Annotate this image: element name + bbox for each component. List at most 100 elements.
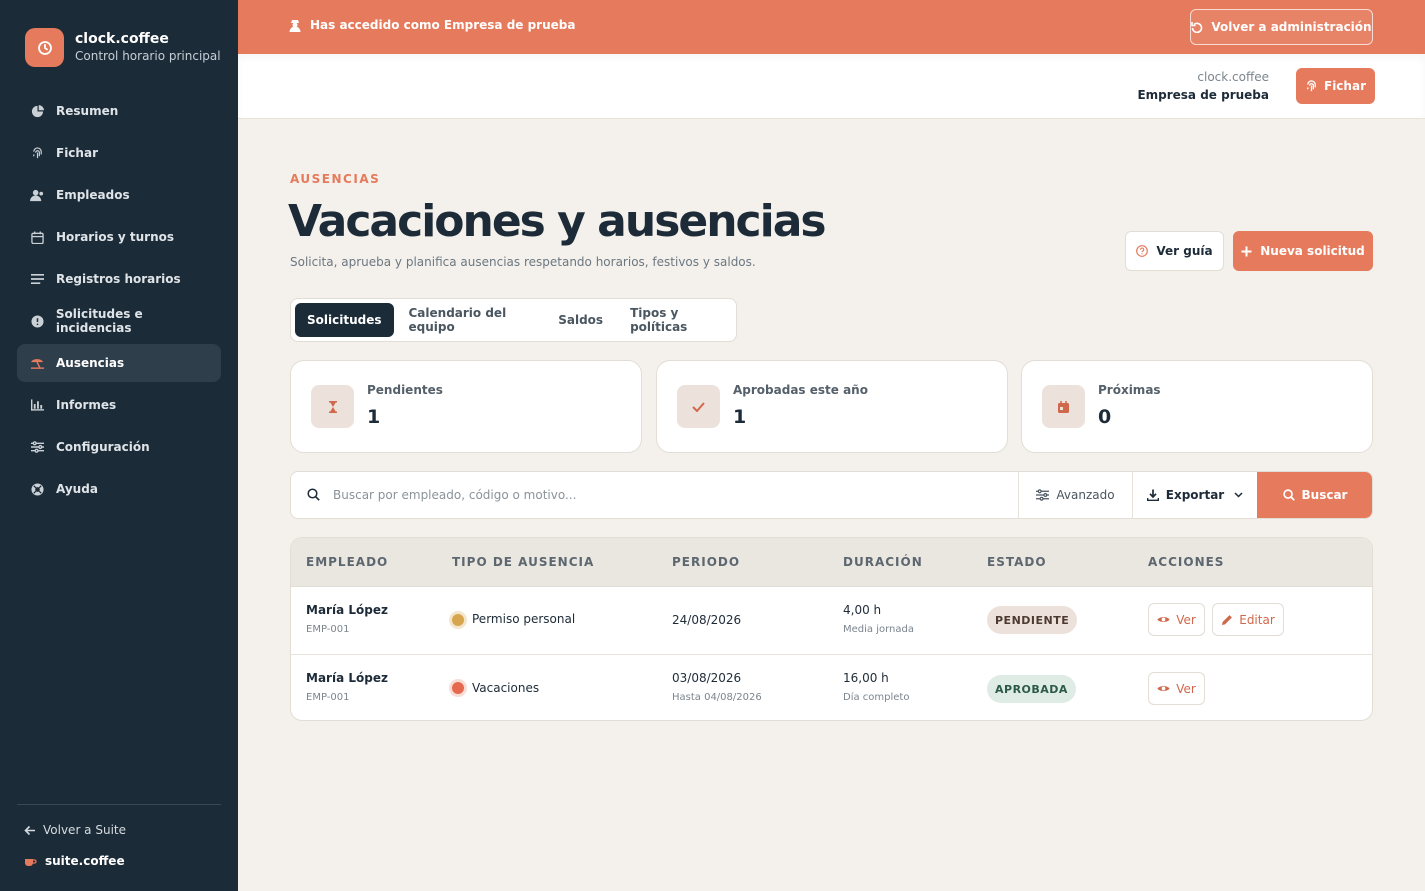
view-button[interactable]: Ver: [1148, 672, 1205, 705]
sidebar-item-configuracion[interactable]: Configuración: [17, 428, 221, 466]
fingerprint-icon: [30, 146, 45, 161]
search-bar: Avanzado Exportar Buscar: [290, 471, 1373, 519]
view-button[interactable]: Ver: [1148, 603, 1205, 636]
brand-subtitle: Control horario principal: [75, 49, 221, 63]
impersonation-banner: Has accedido como Empresa de prueba Volv…: [238, 0, 1425, 54]
stat-card-pendientes: Pendientes 1: [290, 360, 642, 453]
tab-solicitudes[interactable]: Solicitudes: [295, 303, 394, 337]
search-input[interactable]: [333, 482, 1003, 508]
stat-card-aprobadas: Aprobadas este año 1: [656, 360, 1008, 453]
stat-label: Próximas: [1098, 383, 1161, 397]
arrow-left-icon: [24, 825, 35, 835]
topbar: clock.coffee Empresa de prueba Fichar: [238, 54, 1425, 119]
eye-icon: [1157, 686, 1170, 691]
stat-label: Pendientes: [367, 383, 443, 397]
sidebar-divider: [17, 804, 221, 805]
sidebar-item-label: Ausencias: [56, 356, 125, 370]
sidebar-item-resumen[interactable]: Resumen: [17, 92, 221, 130]
coffee-cup-icon: [25, 858, 37, 866]
absence-type: Vacaciones: [472, 681, 540, 695]
back-to-admin-label: Volver a administración: [1211, 20, 1372, 34]
sidebar-item-informes[interactable]: Informes: [17, 386, 221, 424]
search-icon: [307, 488, 320, 505]
sidebar-item-ayuda[interactable]: Ayuda: [17, 470, 221, 508]
edit-button[interactable]: Editar: [1212, 603, 1284, 636]
bar-chart-icon: [30, 398, 45, 413]
sidebar-item-solicitudes[interactable]: Solicitudes e incidencias: [17, 302, 221, 340]
export-dropdown[interactable]: Exportar: [1132, 472, 1257, 518]
fichar-label: Fichar: [1324, 79, 1366, 93]
company-info: clock.coffee Empresa de prueba: [1137, 69, 1269, 105]
duration-detail: Media jornada: [843, 624, 914, 635]
absences-table: EMPLEADO TIPO DE AUSENCIA PERIODO DURACI…: [290, 537, 1373, 721]
page-subtitle: Solicita, aprueba y planifica ausencias …: [290, 255, 756, 269]
sidebar-item-label: Empleados: [56, 188, 130, 202]
sidebar-item-empleados[interactable]: Empleados: [17, 176, 221, 214]
sliders-icon: [30, 440, 45, 455]
stat-label: Aprobadas este año: [733, 383, 868, 397]
duration: 4,00 h: [843, 603, 882, 617]
tab-tipos-politicas[interactable]: Tipos y políticas: [618, 303, 733, 337]
table-row[interactable]: María López EMP-001 Permiso personal 24/…: [291, 587, 1372, 654]
question-circle-icon: [1136, 245, 1149, 257]
stat-value: 1: [367, 406, 381, 428]
sidebar-item-label: Horarios y turnos: [56, 230, 175, 244]
page-title: Vacaciones y ausencias: [288, 196, 827, 247]
guide-button[interactable]: Ver guía: [1125, 231, 1224, 271]
column-header: ESTADO: [987, 555, 1047, 569]
brand-name: clock.coffee: [75, 31, 169, 47]
search-button[interactable]: Buscar: [1257, 472, 1372, 518]
search-button-label: Buscar: [1301, 488, 1348, 502]
sidebar-item-label: Resumen: [56, 104, 119, 118]
brand[interactable]: clock.coffee Control horario principal: [25, 28, 221, 67]
view-label: Ver: [1176, 681, 1196, 696]
sidebar-item-ausencias[interactable]: Ausencias: [17, 344, 221, 382]
sidebar-item-label: Registros horarios: [56, 272, 181, 286]
download-icon: [1146, 489, 1159, 501]
lifebuoy-icon: [30, 482, 45, 497]
new-request-button[interactable]: Nueva solicitud: [1233, 231, 1373, 271]
edit-label: Editar: [1239, 612, 1275, 627]
back-to-admin-button[interactable]: Volver a administración: [1190, 9, 1373, 45]
duration: 16,00 h: [843, 671, 889, 685]
sidebar-item-label: Ayuda: [56, 482, 98, 496]
search-icon: [1282, 489, 1295, 501]
sidebar-item-horarios[interactable]: Horarios y turnos: [17, 218, 221, 256]
users-icon: [30, 188, 45, 203]
banner-text: Has accedido como Empresa de prueba: [310, 18, 576, 32]
undo-icon: [1191, 22, 1203, 33]
sliders-icon: [1036, 489, 1050, 501]
pencil-icon: [1222, 614, 1233, 625]
absence-type: Permiso personal: [472, 612, 576, 626]
user-secret-icon: [289, 19, 301, 32]
employee-name: María López: [306, 603, 388, 617]
advanced-filter-button[interactable]: Avanzado: [1018, 472, 1132, 518]
table-row[interactable]: María López EMP-001 Vacaciones 03/08/202…: [291, 654, 1372, 720]
column-header: PERIODO: [672, 555, 741, 569]
stat-value: 0: [1098, 406, 1112, 428]
company-name: Empresa de prueba: [1137, 88, 1269, 102]
sidebar-item-fichar[interactable]: Fichar: [17, 134, 221, 172]
sidebar-nav: Resumen Fichar Empleados Horarios y turn…: [17, 92, 221, 512]
back-to-suite-label: Volver a Suite: [43, 823, 126, 837]
sidebar-item-label: Fichar: [56, 146, 98, 160]
absence-type-dot: [452, 682, 464, 694]
tab-saldos[interactable]: Saldos: [546, 303, 615, 337]
absence-type-dot: [452, 614, 464, 626]
clock-icon: [25, 28, 64, 67]
hourglass-icon: [311, 385, 354, 428]
back-to-suite-link[interactable]: Volver a Suite: [24, 823, 126, 837]
period: 03/08/2026: [672, 671, 742, 685]
export-label: Exportar: [1165, 488, 1225, 502]
sidebar-item-label: Informes: [56, 398, 117, 412]
new-request-label: Nueva solicitud: [1260, 244, 1365, 258]
sidebar-item-registros[interactable]: Registros horarios: [17, 260, 221, 298]
tab-calendario-equipo[interactable]: Calendario del equipo: [397, 303, 544, 337]
employee-code: EMP-001: [306, 692, 350, 703]
employee-code: EMP-001: [306, 624, 350, 635]
suite-brand[interactable]: suite.coffee: [24, 854, 125, 868]
fichar-button[interactable]: Fichar: [1296, 68, 1375, 104]
list-icon: [30, 272, 45, 287]
column-header: EMPLEADO: [306, 555, 389, 569]
period: 24/08/2026: [672, 613, 742, 627]
